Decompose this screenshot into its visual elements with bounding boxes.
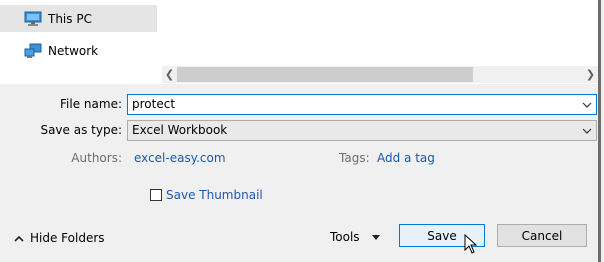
file-name-label: File name: (60, 97, 122, 111)
caret-down-icon (371, 234, 380, 240)
nav-item-label: This PC (48, 11, 92, 26)
file-name-value: protect (132, 97, 176, 111)
save-thumbnail-option[interactable]: Save Thumbnail (150, 188, 263, 202)
file-name-input[interactable]: protect (127, 94, 597, 115)
nav-item-network[interactable]: Network (0, 37, 157, 64)
tags-label: Tags: (339, 151, 370, 165)
horizontal-scrollbar[interactable]: ❮ ❯ (162, 66, 598, 83)
tools-label: Tools (330, 230, 360, 244)
cancel-button-label: Cancel (521, 228, 563, 243)
scroll-right-icon[interactable]: ❯ (583, 66, 598, 83)
navigation-pane: This PC Network (0, 0, 162, 84)
save-thumbnail-checkbox[interactable] (150, 189, 162, 201)
scroll-left-icon[interactable]: ❮ (162, 66, 177, 83)
computer-icon (24, 11, 42, 27)
chevron-up-icon (14, 235, 24, 242)
window-border (598, 0, 601, 262)
tags-value[interactable]: Add a tag (377, 151, 435, 165)
scrollbar-thumb[interactable] (177, 67, 473, 82)
authors-value[interactable]: excel-easy.com (134, 151, 226, 165)
cancel-button[interactable]: Cancel (497, 224, 587, 247)
chevron-down-icon[interactable] (582, 121, 592, 140)
save-button-label: Save (427, 228, 457, 243)
network-icon (24, 43, 42, 59)
chevron-down-icon[interactable] (582, 95, 592, 114)
tools-button[interactable]: Tools (330, 228, 380, 246)
hide-folders-label: Hide Folders (30, 231, 105, 245)
mouse-cursor-icon (464, 233, 478, 257)
nav-item-this-pc[interactable]: This PC (0, 5, 157, 32)
save-as-type-select[interactable]: Excel Workbook (127, 120, 597, 141)
save-thumbnail-label: Save Thumbnail (166, 188, 263, 202)
hide-folders-button[interactable]: Hide Folders (14, 231, 105, 245)
authors-label: Authors: (71, 151, 122, 165)
save-as-type-label: Save as type: (40, 123, 122, 137)
nav-item-label: Network (48, 43, 99, 58)
save-as-type-value: Excel Workbook (132, 123, 228, 137)
